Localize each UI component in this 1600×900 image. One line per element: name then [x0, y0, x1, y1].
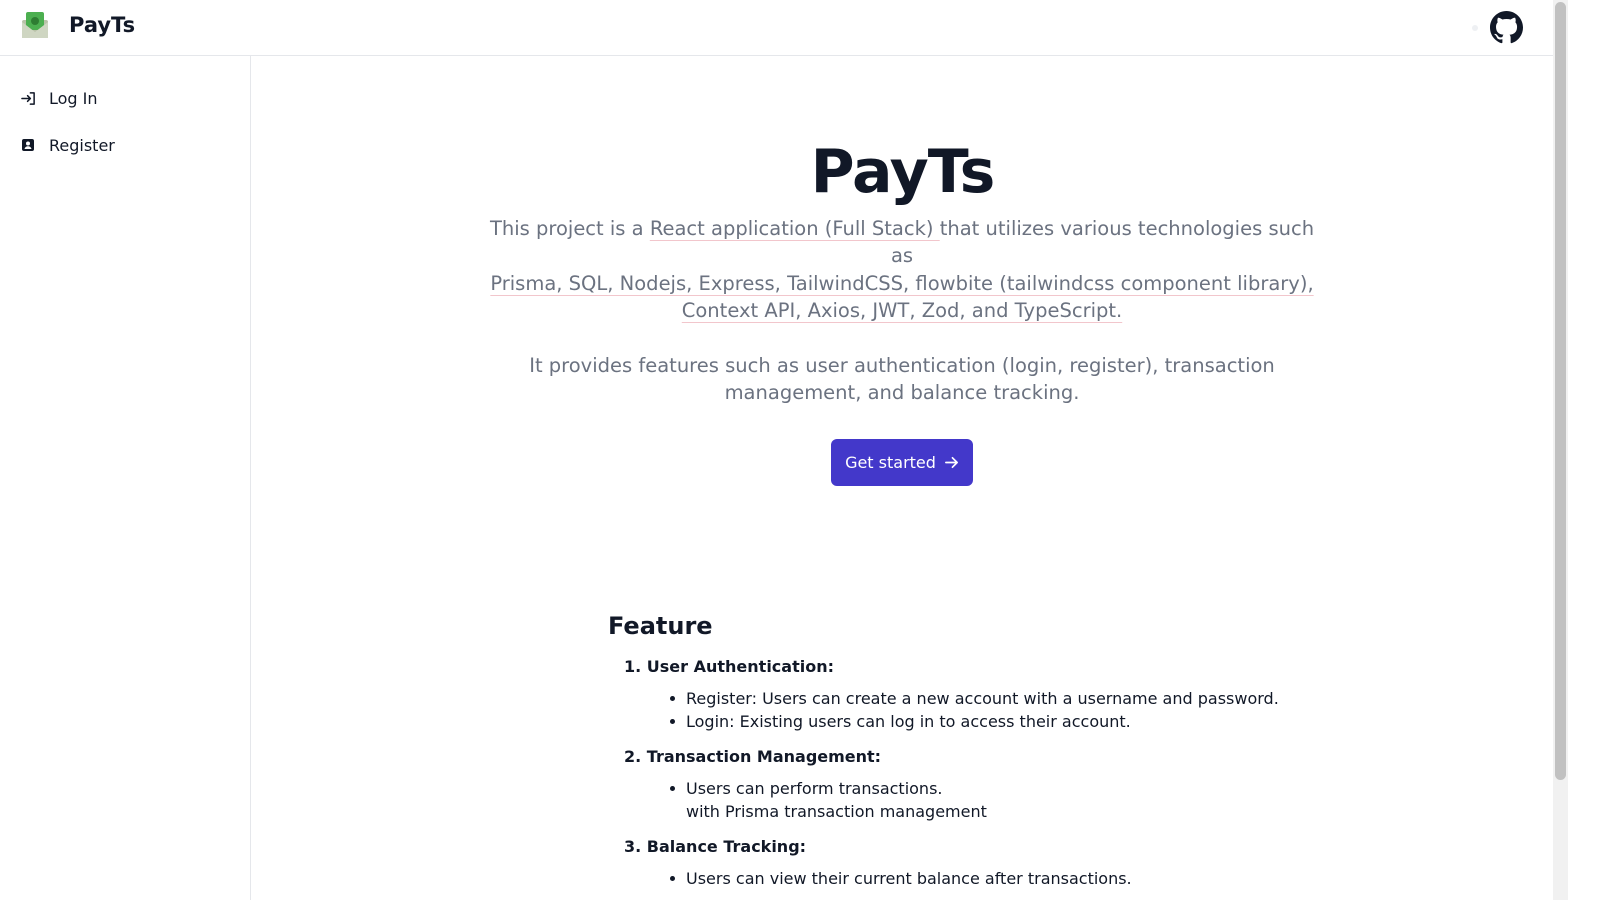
scrollbar-thumb[interactable]: [1555, 2, 1566, 780]
sidebar-item-register[interactable]: Register: [14, 128, 236, 162]
tech-stack: Prisma, SQL, Nodejs, Express, TailwindCS…: [482, 270, 1322, 324]
get-started-label: Get started: [845, 453, 936, 472]
sidebar-item-label: Register: [49, 135, 115, 155]
money-envelope-icon: [22, 12, 48, 38]
main-content: PayTs This project is a React applicatio…: [252, 57, 1553, 900]
login-icon: [20, 90, 36, 106]
sidebar: Log In Register: [0, 56, 251, 900]
github-icon[interactable]: [1490, 11, 1523, 44]
top-navbar: PayTs: [0, 0, 1553, 56]
list-item: Register: Users can create a new account…: [670, 689, 1279, 708]
hero-intro-text: This project is a: [489, 217, 650, 240]
tech-stack-link[interactable]: Prisma, SQL, Nodejs, Express, TailwindCS…: [490, 272, 1313, 322]
feature-heading: Feature: [608, 612, 713, 640]
arrow-right-icon: [944, 455, 959, 470]
get-started-button[interactable]: Get started: [831, 439, 973, 486]
list-item: Users can perform transactions.: [670, 779, 943, 798]
list-item: Users can view their current balance aft…: [670, 869, 1132, 888]
sidebar-item-label: Log In: [49, 88, 98, 108]
theme-toggle-dot[interactable]: [1472, 25, 1478, 31]
hero-features-summary: It provides features such as user authen…: [529, 354, 1275, 404]
hero-title: PayTs: [810, 137, 996, 207]
user-badge-icon: [20, 137, 36, 153]
list-item: Login: Existing users can log in to acce…: [670, 712, 1131, 731]
feature-section-heading: 1. User Authentication:: [624, 657, 834, 676]
sidebar-item-login[interactable]: Log In: [14, 81, 236, 115]
hero-intro-text-end: that utilizes various technologies such …: [890, 217, 1315, 267]
hero-intro: This project is a React application (Ful…: [482, 215, 1322, 269]
list-item-continuation: with Prisma transaction management: [686, 802, 987, 821]
feature-section-heading: 3. Balance Tracking:: [624, 837, 807, 856]
brand-title[interactable]: PayTs: [69, 13, 135, 37]
react-app-link[interactable]: React application (Full Stack): [650, 217, 940, 240]
page-scrollbar[interactable]: [1553, 0, 1568, 900]
feature-section-heading: 2. Transaction Management:: [624, 747, 882, 766]
